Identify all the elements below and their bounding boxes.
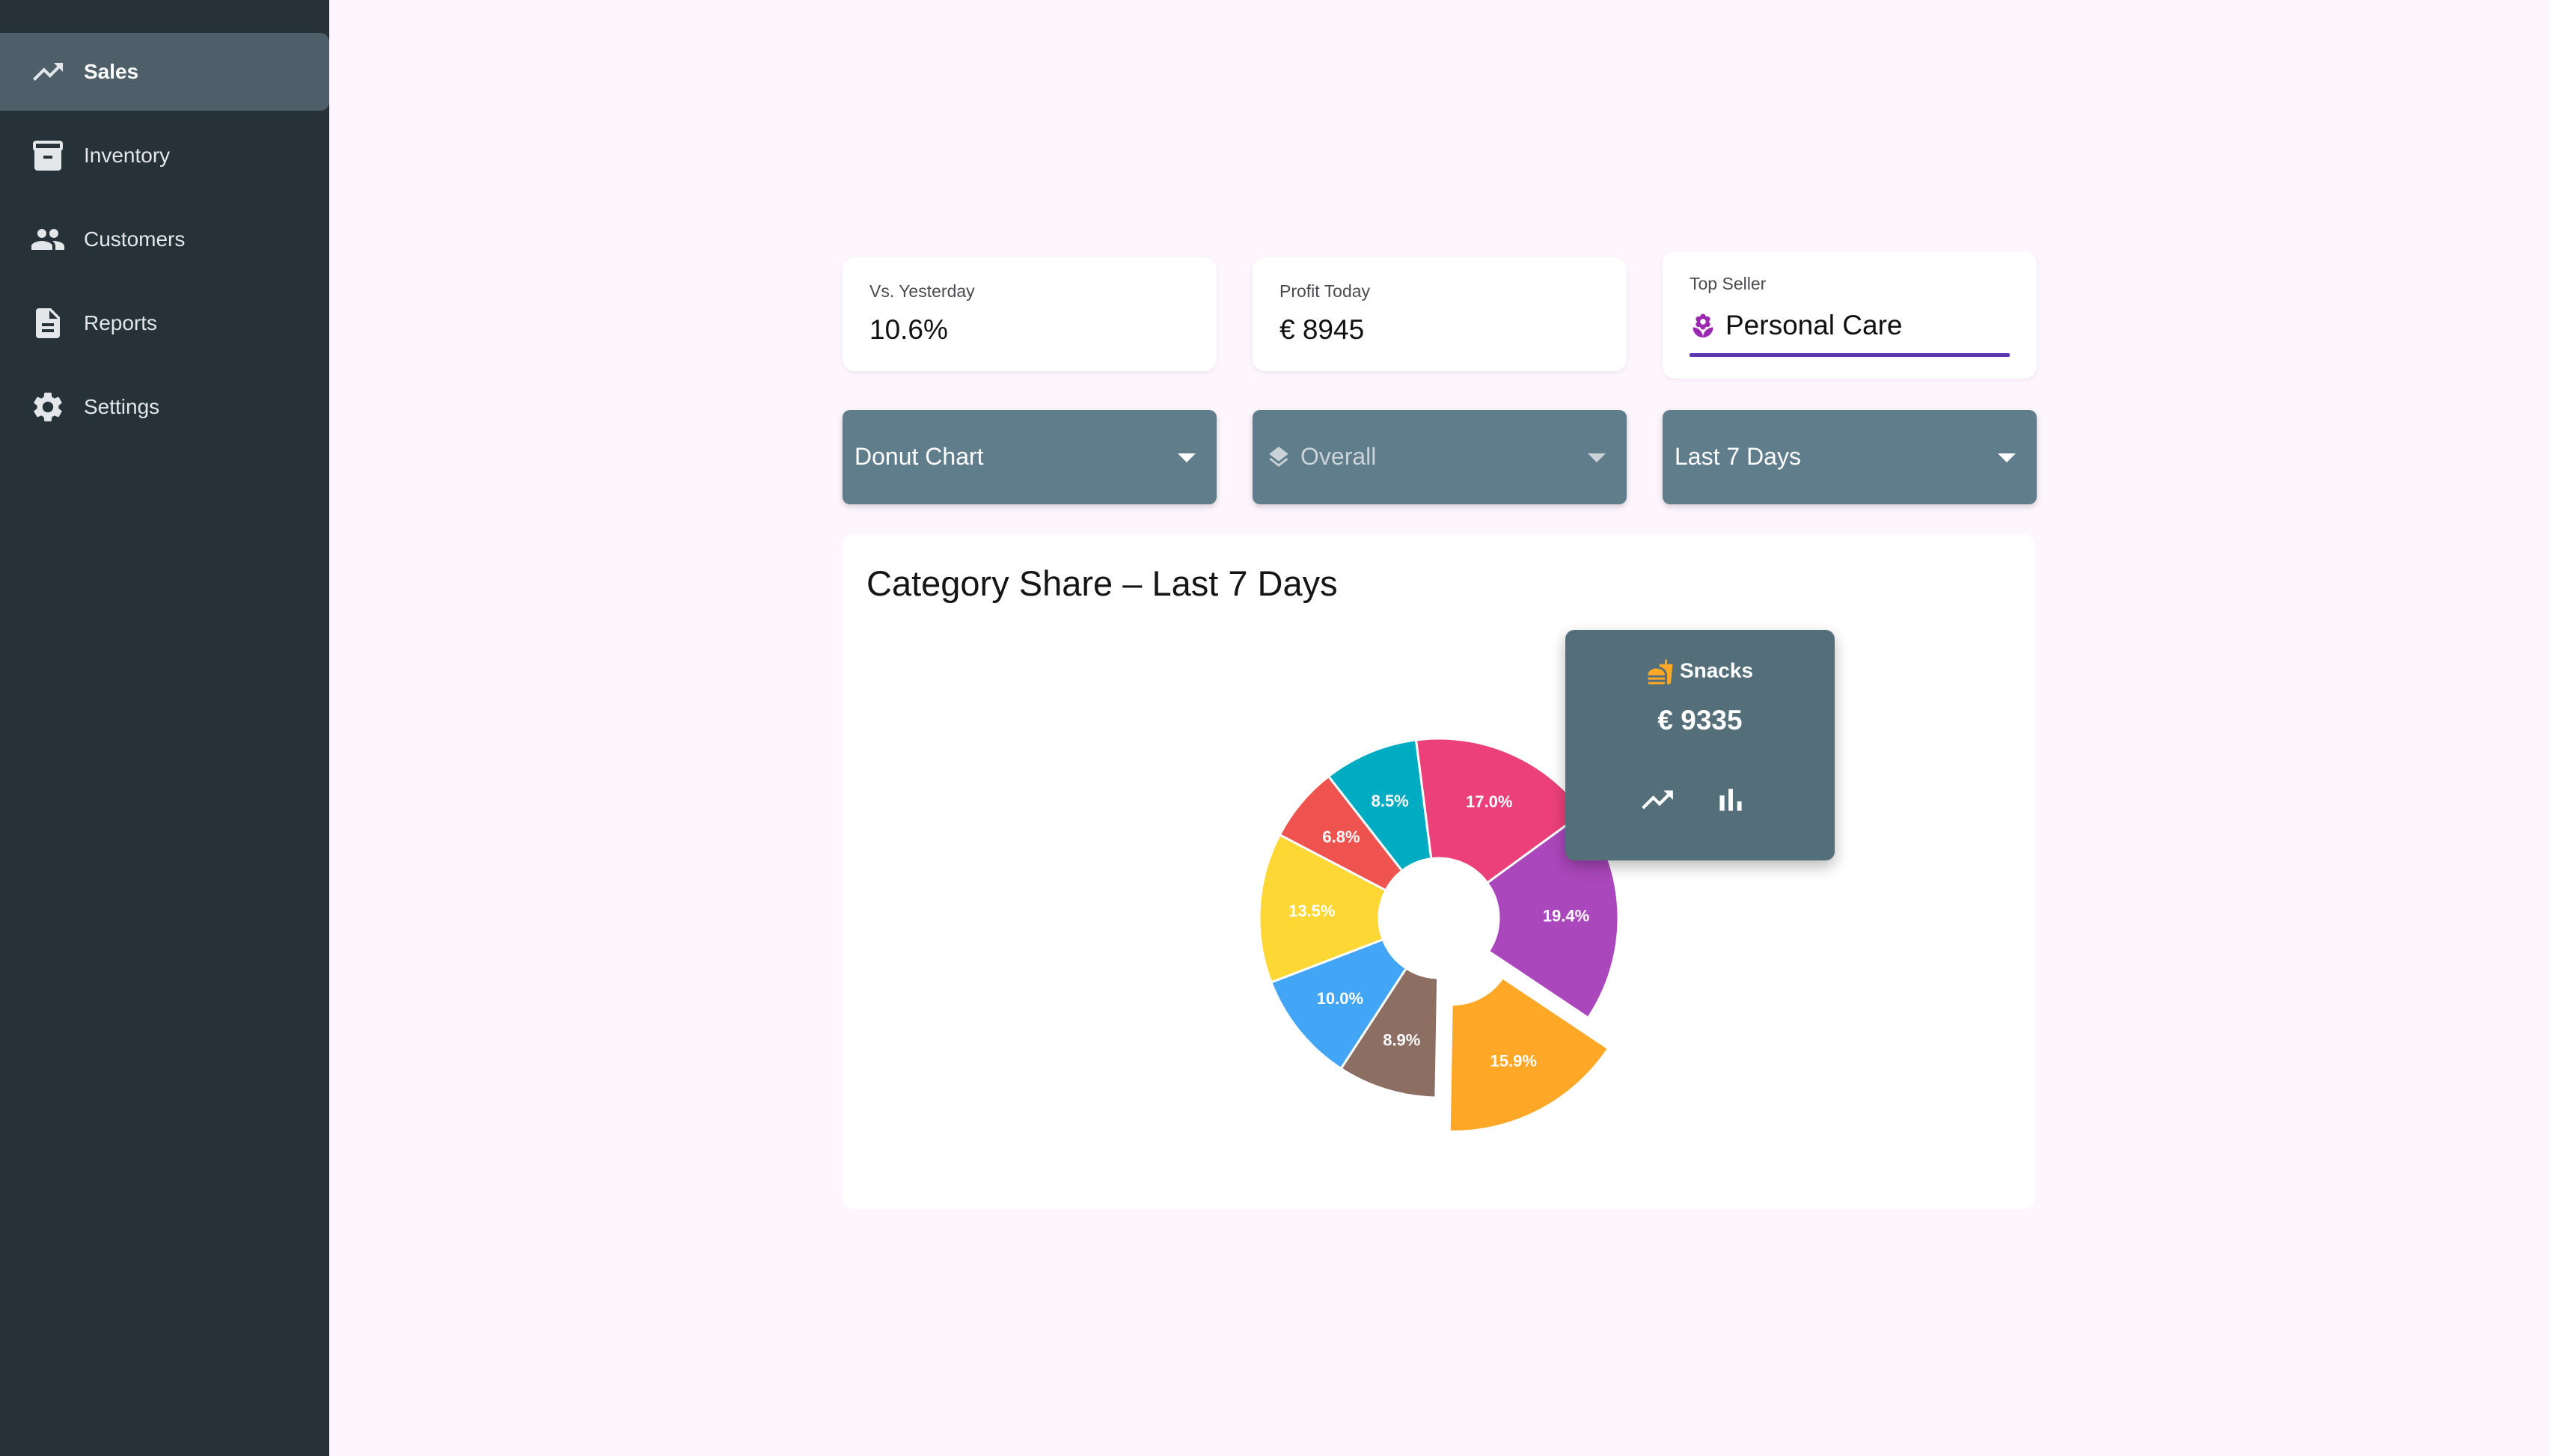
sidebar-item-inventory[interactable]: Inventory bbox=[0, 117, 329, 195]
slice-label: 6.8% bbox=[1322, 828, 1360, 846]
sidebar-item-label: Sales bbox=[84, 60, 139, 83]
top-seller-underline bbox=[1690, 353, 2010, 357]
sidebar: Sales Inventory Customers Reports Settin… bbox=[0, 0, 329, 1456]
stat-card-vs-yesterday: Vs. Yesterday 10.6% bbox=[843, 257, 1217, 371]
scope-value: Overall bbox=[1300, 443, 1377, 470]
chart-type-value: Donut Chart bbox=[854, 443, 984, 470]
sidebar-item-label: Customers bbox=[84, 227, 186, 251]
sidebar-item-reports[interactable]: Reports bbox=[0, 284, 329, 362]
slice-label: 17.0% bbox=[1466, 792, 1512, 811]
stat-label: Profit Today bbox=[1279, 281, 1371, 301]
caret-down-icon bbox=[1588, 453, 1606, 462]
slice-label: 13.5% bbox=[1288, 902, 1335, 920]
caret-down-icon bbox=[1998, 453, 2016, 462]
document-icon bbox=[30, 305, 66, 341]
tooltip-value: € 9335 bbox=[1657, 705, 1743, 735]
donut-chart: 19.4% 15.9% 8.9% 10.0% 13.5% 6.8% 8.5% 17.0% bbox=[1258, 737, 1620, 1133]
sidebar-item-settings[interactable]: Settings bbox=[0, 368, 329, 446]
tooltip-category: Snacks bbox=[1679, 658, 1754, 682]
bar-chart-icon[interactable] bbox=[1712, 781, 1749, 819]
stat-value: 10.6% bbox=[869, 314, 948, 345]
date-range-value: Last 7 Days bbox=[1675, 443, 1801, 470]
snack-icon bbox=[1647, 658, 1674, 685]
caret-down-icon bbox=[1178, 453, 1196, 462]
stat-label: Vs. Yesterday bbox=[869, 281, 975, 301]
sidebar-item-customers[interactable]: Customers bbox=[0, 201, 329, 278]
slice-label: 10.0% bbox=[1317, 989, 1363, 1008]
slice-label: 15.9% bbox=[1490, 1051, 1537, 1070]
archive-box-icon bbox=[30, 138, 66, 174]
stat-card-top-seller[interactable]: Top Seller Personal Care bbox=[1663, 251, 2037, 379]
sidebar-item-label: Settings bbox=[84, 395, 160, 418]
stat-value: € 8945 bbox=[1279, 314, 1365, 345]
sidebar-item-label: Reports bbox=[84, 311, 158, 334]
sidebar-item-sales[interactable]: Sales bbox=[0, 33, 329, 111]
line-chart-icon[interactable] bbox=[1639, 781, 1676, 819]
stat-label: Top Seller bbox=[1690, 274, 1767, 293]
gear-icon bbox=[30, 389, 66, 425]
trending-up-icon bbox=[30, 54, 66, 90]
stat-card-profit-today: Profit Today € 8945 bbox=[1253, 257, 1627, 371]
sidebar-item-label: Inventory bbox=[84, 144, 171, 167]
date-range-select[interactable]: Last 7 Days bbox=[1663, 410, 2037, 504]
chart-type-select[interactable]: Donut Chart bbox=[843, 410, 1217, 504]
scope-select[interactable]: Overall bbox=[1253, 410, 1627, 504]
layers-icon bbox=[1266, 444, 1291, 470]
chart-tooltip: Snacks € 9335 bbox=[1565, 630, 1835, 860]
people-icon bbox=[30, 221, 66, 257]
slice-label: 19.4% bbox=[1543, 907, 1589, 926]
stat-value: Personal Care bbox=[1725, 310, 1903, 340]
chart-card: Category Share – Last 7 Days 19.4% 15.9% 8… bbox=[843, 534, 2035, 1209]
lotus-icon bbox=[1690, 313, 1716, 340]
slice-label: 8.5% bbox=[1372, 792, 1409, 810]
tooltip-header: Snacks bbox=[1565, 658, 1835, 685]
slice-label: 8.9% bbox=[1383, 1031, 1420, 1050]
